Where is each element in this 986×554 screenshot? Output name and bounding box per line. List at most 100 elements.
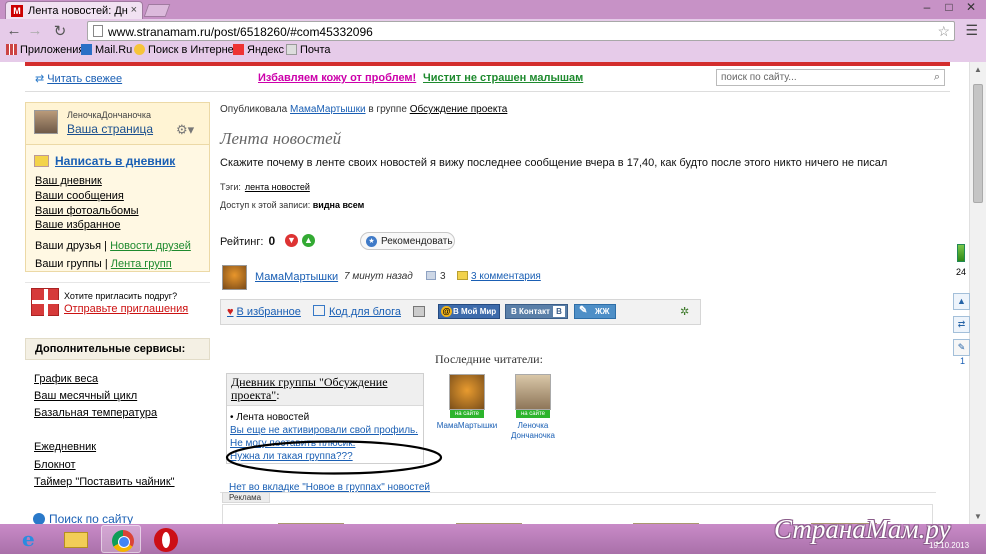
- search-circle-icon: [33, 513, 45, 524]
- send-invite-link[interactable]: Отправьте приглашения: [64, 303, 188, 315]
- add-favorite-button[interactable]: ♥ В избранное: [227, 306, 301, 318]
- reader-card[interactable]: на сайте Леночка Дончаночка: [502, 374, 564, 441]
- reload-icon[interactable]: ↻: [52, 22, 68, 40]
- ad-label: Реклама: [222, 492, 270, 503]
- online-badge: на сайте: [516, 410, 550, 418]
- post-content: Опубликовала МамаМартышки в группе Обсуж…: [220, 102, 940, 524]
- bookmark-apps[interactable]: Приложения: [6, 44, 84, 56]
- bookmarks-bar: Приложения Mail.Ru Поиск в Интернете Янд…: [0, 42, 986, 60]
- scroll-down-icon[interactable]: ▼: [974, 512, 982, 521]
- refresh-panel-button[interactable]: ⇄: [953, 316, 970, 333]
- folder-icon: [64, 532, 88, 548]
- sidebar-item-friends[interactable]: Ваши друзья: [35, 240, 101, 252]
- blog-code-button[interactable]: Код для блога: [313, 305, 401, 318]
- scroll-top-button[interactable]: ▲: [953, 293, 970, 310]
- close-window-icon[interactable]: ✕: [960, 0, 982, 14]
- comments-link[interactable]: 3 комментария: [457, 271, 541, 282]
- vk-badge-icon: В: [553, 306, 565, 317]
- planner-link[interactable]: Ежедневник: [34, 441, 96, 453]
- avatar[interactable]: [34, 110, 58, 134]
- star-icon: ★: [366, 236, 377, 247]
- bookmark-star-icon[interactable]: ☆: [937, 23, 950, 40]
- friends-news-link[interactable]: Новости друзей: [110, 240, 191, 252]
- groups-feed-link[interactable]: Лента групп: [111, 258, 172, 270]
- bookmark-mail[interactable]: Почта: [286, 44, 331, 56]
- site-search-input[interactable]: поиск по сайту... ⌕: [716, 69, 945, 86]
- back-arrow-icon[interactable]: ←: [6, 22, 22, 39]
- invite-question: Хотите пригласить подруг?: [64, 291, 178, 301]
- author-name-link[interactable]: МамаМартышки: [255, 271, 338, 283]
- sidebar-item-favorites[interactable]: Ваше избранное: [35, 219, 120, 231]
- group-link[interactable]: Обсуждение проекта: [410, 104, 508, 115]
- sidebar-item-photoalbums[interactable]: Ваши фотоальбомы: [35, 205, 139, 217]
- author-link[interactable]: МамаМартышки: [290, 104, 366, 115]
- reader-name[interactable]: Леночка Дончаночка: [502, 421, 564, 441]
- ie-icon: e: [22, 527, 35, 551]
- comment-icon: [457, 271, 468, 280]
- scroll-up-icon[interactable]: ▲: [974, 65, 982, 74]
- site-search-link[interactable]: Поиск по сайту: [33, 512, 133, 524]
- reader-card[interactable]: на сайте МамаМартышки: [436, 374, 498, 431]
- address-bar[interactable]: www.stranamam.ru/post/6518260/#com453320…: [87, 21, 955, 41]
- browser-menu-icon[interactable]: ☰: [965, 22, 978, 39]
- group-item-link[interactable]: Вы еще не активировали свой профиль.: [230, 425, 418, 436]
- group-diary-link[interactable]: Дневник группы "Обсуждение проекта": [231, 375, 388, 402]
- author-row: МамаМартышки 7 минут назад 3 3 комментар…: [220, 265, 700, 293]
- share-vkontakte-button[interactable]: В Контакт В: [505, 304, 568, 319]
- kettle-timer-link[interactable]: Таймер "Поставить чайник": [34, 476, 175, 488]
- navigation-row: ← → ↻ www.stranamam.ru/post/6518260/#com…: [0, 20, 986, 42]
- search-icon[interactable]: ⌕: [934, 71, 940, 84]
- bookmark-search-web[interactable]: Поиск в Интернете: [134, 44, 244, 56]
- author-avatar[interactable]: [222, 265, 247, 290]
- weight-chart-link[interactable]: График веса: [34, 373, 98, 385]
- print-icon[interactable]: [413, 306, 425, 317]
- reader-name[interactable]: МамаМартышки: [436, 421, 498, 431]
- cycle-link[interactable]: Ваш месячный цикл: [34, 390, 137, 402]
- vote-down-icon[interactable]: ▼: [285, 234, 298, 247]
- floating-side-panel: 24 ▲ ⇄ ✎ 1: [947, 240, 970, 370]
- extra-services-header: Дополнительные сервисы:: [25, 338, 210, 360]
- bug-icon[interactable]: ✲: [680, 305, 689, 318]
- page-scrollbar[interactable]: ▲ ▼: [969, 62, 986, 524]
- recommend-button[interactable]: ★ Рекомендовать: [360, 232, 455, 250]
- promo-link-clean[interactable]: Чистит не страшен малышам: [423, 72, 583, 84]
- reader-avatar[interactable]: [515, 374, 551, 410]
- ie-taskbar-button[interactable]: e: [8, 525, 54, 553]
- new-tab-button[interactable]: [143, 4, 171, 17]
- bookmark-yandex[interactable]: Яндекс: [233, 44, 284, 56]
- taskbar-clock: 19.10.2013: [929, 541, 970, 550]
- tab-close-icon[interactable]: ×: [131, 4, 137, 16]
- browser-tab[interactable]: M Лента новостей: Дневни ×: [5, 1, 143, 19]
- chrome-taskbar-button[interactable]: [101, 525, 141, 553]
- minimize-icon[interactable]: –: [916, 0, 938, 14]
- vote-up-icon[interactable]: ▲: [302, 234, 315, 247]
- promo-link-skin[interactable]: Избавляем кожу от проблем!: [258, 72, 416, 84]
- refresh-icon: ⇄: [35, 73, 45, 85]
- share-toolbar: ♥В избранное Код для блога В Мой Мир В К…: [220, 299, 701, 325]
- sidebar-item-groups[interactable]: Ваши группы: [35, 258, 102, 270]
- explorer-taskbar-button[interactable]: [56, 525, 96, 553]
- scrollbar-thumb[interactable]: [973, 84, 983, 203]
- write-diary-link[interactable]: Написать в дневник: [34, 154, 175, 168]
- comments-panel-button[interactable]: ✎: [953, 339, 970, 356]
- bookmark-mailru[interactable]: Mail.Ru: [81, 44, 132, 56]
- basal-temp-link[interactable]: Базальная температура: [34, 407, 157, 419]
- tag-link[interactable]: лента новостей: [245, 182, 310, 192]
- read-fresh-link[interactable]: ⇄ Читать свежее: [35, 72, 122, 85]
- share-lj-button[interactable]: ЖЖ: [574, 304, 616, 319]
- your-page-link[interactable]: Ваша страница: [67, 122, 153, 136]
- readers-title: Последние читатели:: [435, 352, 543, 366]
- friends-row: Ваши друзья | Новости друзей: [35, 240, 191, 252]
- opera-taskbar-button[interactable]: [146, 525, 186, 553]
- chrome-icon: [112, 530, 134, 552]
- forward-arrow-icon[interactable]: →: [27, 22, 43, 39]
- gear-icon[interactable]: ⚙▾: [176, 122, 194, 138]
- sidebar-item-messages[interactable]: Ваши сообщения: [35, 190, 124, 202]
- sidebar-item-diary[interactable]: Ваш дневник: [35, 175, 102, 187]
- notebook-link[interactable]: Блокнот: [34, 459, 76, 471]
- reader-avatar[interactable]: [449, 374, 485, 410]
- share-moimir-button[interactable]: В Мой Мир: [438, 304, 500, 319]
- maximize-icon[interactable]: □: [938, 0, 960, 14]
- page-viewport: ⇄ Читать свежее Избавляем кожу от проблем…: [0, 62, 969, 524]
- heart-icon: ♥: [227, 306, 234, 318]
